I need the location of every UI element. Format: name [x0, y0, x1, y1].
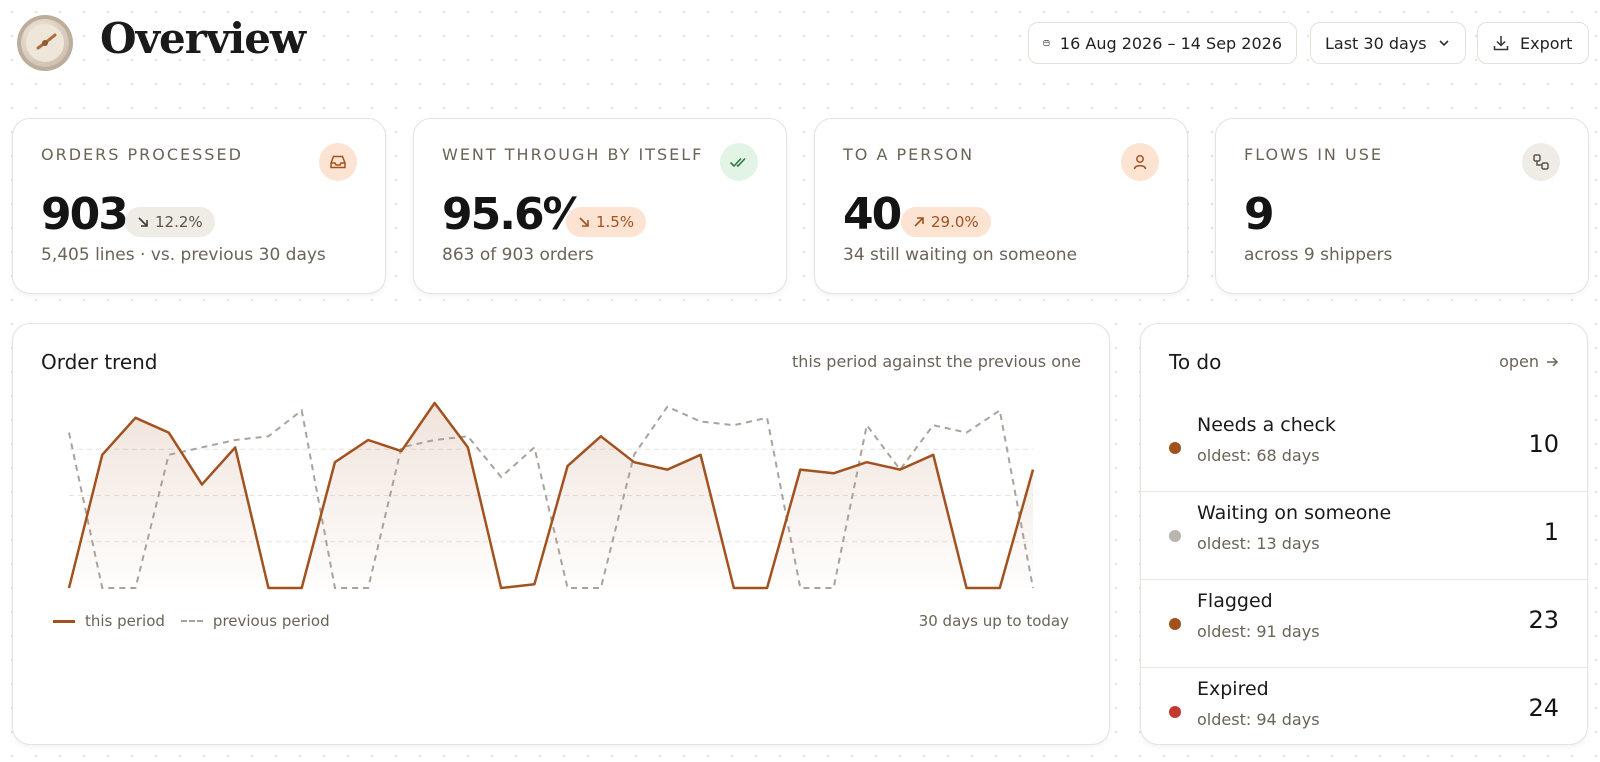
chart-footer: 30 days up to today — [918, 612, 1069, 630]
chevron-down-icon — [1439, 40, 1449, 47]
metric-label: ORDERS PROCESSED — [41, 145, 243, 164]
trend-badge-value: 29.0% — [931, 213, 979, 231]
open-label: open — [1499, 352, 1539, 371]
arrow-down-right-icon — [579, 217, 589, 227]
trend-badge: 1.5% — [566, 207, 647, 237]
legend-swatch-current — [53, 619, 75, 623]
open-todo-link[interactable]: open — [1499, 352, 1559, 371]
export-button[interactable]: Export — [1477, 22, 1589, 64]
trend-badge: 12.2% — [125, 207, 215, 237]
double-check-icon — [720, 143, 758, 181]
todo-subtext: oldest: 68 days — [1197, 446, 1320, 465]
period-select[interactable]: Last 30 days — [1310, 22, 1466, 64]
date-range-button[interactable]: 16 Aug 2026 – 14 Sep 2026 — [1028, 22, 1297, 64]
metric-subtext: across 9 shippers — [1244, 245, 1393, 265]
todo-item-flagged[interactable]: Flagged oldest: 91 days 23 — [1141, 580, 1587, 668]
todo-item-expired[interactable]: Expired oldest: 94 days 24 — [1141, 668, 1587, 756]
todo-title: Needs a check — [1197, 414, 1336, 436]
metric-value: 9 — [1244, 189, 1275, 240]
status-dot — [1169, 618, 1181, 630]
header: Overview 16 Aug 2026 – 14 Sep 2026 Last … — [0, 0, 1600, 90]
todo-item-waiting[interactable]: Waiting on someone oldest: 13 days 1 — [1141, 492, 1587, 580]
trend-badge: 29.0% — [901, 207, 991, 237]
metric-label: FLOWS IN USE — [1244, 145, 1383, 164]
legend-label-previous: previous period — [212, 612, 330, 630]
order-trend-panel: Order trend this period against the prev… — [12, 323, 1110, 745]
inbox-icon — [319, 143, 357, 181]
todo-panel: To do open Needs a check oldest: 68 days… — [1140, 323, 1588, 745]
arrow-up-right-icon — [914, 217, 924, 227]
metric-card-person: TO A PERSON 40 29.0% 34 still waiting on… — [814, 118, 1188, 294]
todo-count: 24 — [1528, 694, 1559, 722]
todo-count: 10 — [1528, 430, 1559, 458]
todo-subtext: oldest: 13 days — [1197, 534, 1320, 553]
chart-legend: this period previous period — [53, 612, 330, 630]
metric-card-automated: WENT THROUGH BY ITSELF 95.6% 1.5% 863 of… — [413, 118, 787, 294]
legend-swatch-previous — [180, 620, 203, 622]
status-dot — [1169, 530, 1181, 542]
metric-subtext: 863 of 903 orders — [442, 245, 594, 265]
todo-title: Flagged — [1197, 590, 1273, 612]
todo-subtext: oldest: 94 days — [1197, 710, 1320, 729]
metric-value: 903 — [41, 189, 129, 240]
order-trend-chart — [67, 401, 1035, 590]
todo-subtext: oldest: 91 days — [1197, 622, 1320, 641]
metric-value: 95.6% — [442, 189, 587, 240]
arrow-down-right-icon — [138, 217, 148, 227]
todo-title: Waiting on someone — [1197, 502, 1392, 524]
date-range-label: 16 Aug 2026 – 14 Sep 2026 — [1059, 33, 1282, 53]
calendar-icon — [1043, 40, 1050, 46]
page-title: Overview — [100, 14, 306, 63]
flow-icon — [1522, 143, 1560, 181]
metric-card-orders: ORDERS PROCESSED 903 12.2% 5,405 lines ·… — [12, 118, 386, 294]
metric-subtext: 5,405 lines · vs. previous 30 days — [41, 245, 326, 265]
trend-badge-value: 12.2% — [155, 213, 203, 231]
trend-badge-value: 1.5% — [596, 213, 635, 231]
metric-card-flows: FLOWS IN USE 9 across 9 shippers — [1215, 118, 1589, 294]
person-icon — [1121, 143, 1159, 181]
todo-count: 23 — [1528, 606, 1559, 634]
status-dot — [1169, 442, 1181, 454]
download-icon — [1493, 36, 1509, 51]
export-label: Export — [1520, 33, 1573, 53]
legend-label-current: this period — [85, 612, 165, 630]
todo-list: Needs a check oldest: 68 days 10 Waiting… — [1141, 404, 1587, 756]
metric-label: WENT THROUGH BY ITSELF — [442, 145, 704, 164]
todo-item-needs-check[interactable]: Needs a check oldest: 68 days 10 — [1141, 404, 1587, 492]
metric-value: 40 — [843, 189, 902, 240]
todo-title: Expired — [1197, 678, 1269, 700]
clock-logo-icon — [16, 14, 74, 72]
panel-title: To do — [1169, 350, 1222, 374]
todo-count: 1 — [1543, 518, 1559, 546]
arrow-right-icon — [1547, 356, 1559, 367]
metric-subtext: 34 still waiting on someone — [843, 245, 1078, 265]
period-select-label: Last 30 days — [1325, 33, 1427, 53]
status-dot — [1169, 706, 1181, 718]
metric-label: TO A PERSON — [843, 145, 975, 164]
